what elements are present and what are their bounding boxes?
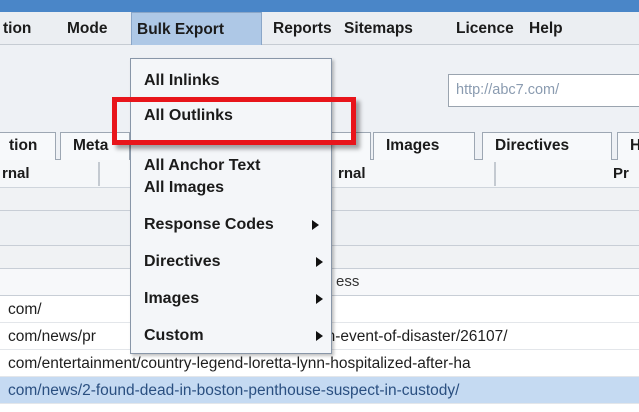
tab-images[interactable]: Images [373,132,475,160]
chevron-right-icon [312,220,319,230]
row-url-prefix: com/news/pr [8,328,96,345]
chevron-right-icon [316,294,323,304]
menu-bar: tion Mode Bulk Export Reports Sitemaps L… [0,12,639,45]
menu-licence[interactable]: Licence [451,12,519,45]
tab-h[interactable]: H [617,132,639,160]
filter-protocol[interactable]: Pr [613,160,629,188]
tab-directives[interactable]: Directives [482,132,612,160]
divider [98,162,100,186]
menu-item-custom[interactable]: Custom [144,321,324,351]
menu-bulk-export[interactable]: Bulk Export [131,12,262,45]
window-title-bar [0,0,639,12]
filter-external[interactable]: rnal [338,160,366,188]
menu-item-images[interactable]: Images [144,284,324,314]
menu-reports[interactable]: Reports [268,12,337,45]
column-header-address[interactable]: ess [336,273,359,290]
table-row-selected[interactable]: com/news/2-found-dead-in-boston-penthous… [0,377,639,404]
highlight-annotation-box [112,97,356,145]
menu-item-directives[interactable]: Directives [144,247,324,277]
row-url-suffix: -in-event-of-disaster/26107/ [318,328,508,345]
menu-sitemaps[interactable]: Sitemaps [339,12,418,45]
menu-help[interactable]: Help [524,12,568,45]
menu-item-all-inlinks[interactable]: All Inlinks [144,66,324,96]
chevron-right-icon [316,257,323,267]
table-row[interactable]: com/entertainment/country-legend-loretta… [0,350,639,377]
menu-configuration[interactable]: tion [0,12,36,45]
menu-item-all-anchor-text[interactable]: All Anchor Text [144,147,324,171]
url-input[interactable]: http://abc7.com/ [448,74,639,107]
chevron-right-icon [316,331,323,341]
menu-item-response-codes[interactable]: Response Codes [144,210,324,240]
filter-internal[interactable]: rnal [2,160,30,188]
menu-mode[interactable]: Mode [62,12,112,45]
tab-configuration[interactable]: tion [0,132,56,160]
divider [494,162,496,186]
menu-item-all-images[interactable]: All Images [144,173,324,203]
